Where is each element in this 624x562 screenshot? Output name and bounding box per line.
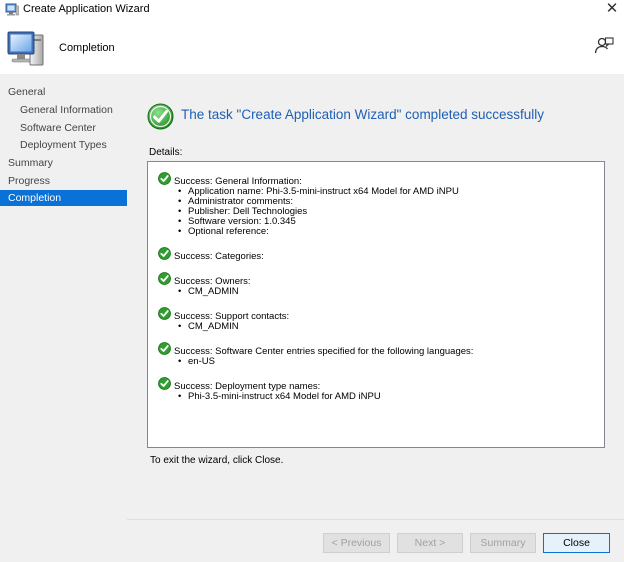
close-window-button[interactable]: ✕ <box>604 1 620 17</box>
window-title: Create Application Wizard <box>23 3 150 15</box>
detail-entry-title: Success: Software Center entries specifi… <box>174 346 474 357</box>
details-label: Details: <box>149 147 183 158</box>
sidebar-item-label: Deployment Types <box>20 139 107 151</box>
detail-bullet: CM_ADMIN <box>178 287 239 298</box>
title-bar: Create Application Wizard ✕ <box>0 0 624 20</box>
success-check-icon <box>158 247 171 260</box>
sidebar-item-label: Summary <box>8 157 53 169</box>
sidebar-item-general-information[interactable]: General Information <box>0 102 127 118</box>
success-check-icon <box>158 377 171 390</box>
sidebar-item-completion[interactable]: Completion <box>0 190 127 206</box>
sidebar-item-deployment-types[interactable]: Deployment Types <box>0 137 127 153</box>
detail-entry-title: Success: Categories: <box>174 251 264 262</box>
sidebar-item-progress[interactable]: Progress <box>0 173 127 189</box>
detail-bullet: en-US <box>178 357 215 368</box>
success-check-icon <box>158 342 171 355</box>
computer-icon <box>7 31 44 66</box>
detail-bullet: Phi-3.5-mini-instruct x64 Model for AMD … <box>178 392 381 403</box>
sidebar-item-label: General Information <box>20 104 113 116</box>
success-check-icon <box>158 172 171 185</box>
detail-bullet: CM_ADMIN <box>178 322 239 333</box>
sidebar-item-label: General <box>8 86 46 98</box>
page-title: Completion <box>59 42 115 54</box>
sidebar-item-label: Completion <box>8 192 62 204</box>
status-heading: The task "Create Application Wizard" com… <box>181 107 544 122</box>
sidebar-item-label: Software Center <box>20 122 96 134</box>
detail-bullet: Optional reference: <box>178 227 269 238</box>
person-help-icon[interactable] <box>594 37 614 55</box>
next-button[interactable]: Next > <box>397 533 463 553</box>
success-check-icon <box>158 307 171 320</box>
summary-button[interactable]: Summary <box>470 533 536 553</box>
success-check-icon <box>147 103 174 130</box>
sidebar-item-software-center[interactable]: Software Center <box>0 120 127 136</box>
success-check-icon <box>158 272 171 285</box>
close-icon: ✕ <box>605 0 619 17</box>
wizard-sidebar: General General Information Software Cen… <box>0 74 127 562</box>
sidebar-item-general[interactable]: General <box>0 84 127 100</box>
details-box[interactable]: Success: General Information: Applicatio… <box>147 161 605 448</box>
sidebar-item-label: Progress <box>8 175 51 187</box>
wizard-header: Completion <box>0 20 624 74</box>
computer-icon <box>5 3 19 16</box>
previous-button[interactable]: < Previous <box>323 533 390 553</box>
exit-instructions: To exit the wizard, click Close. <box>150 455 284 466</box>
close-button[interactable]: Close <box>543 533 610 553</box>
sidebar-item-summary[interactable]: Summary <box>0 155 127 171</box>
